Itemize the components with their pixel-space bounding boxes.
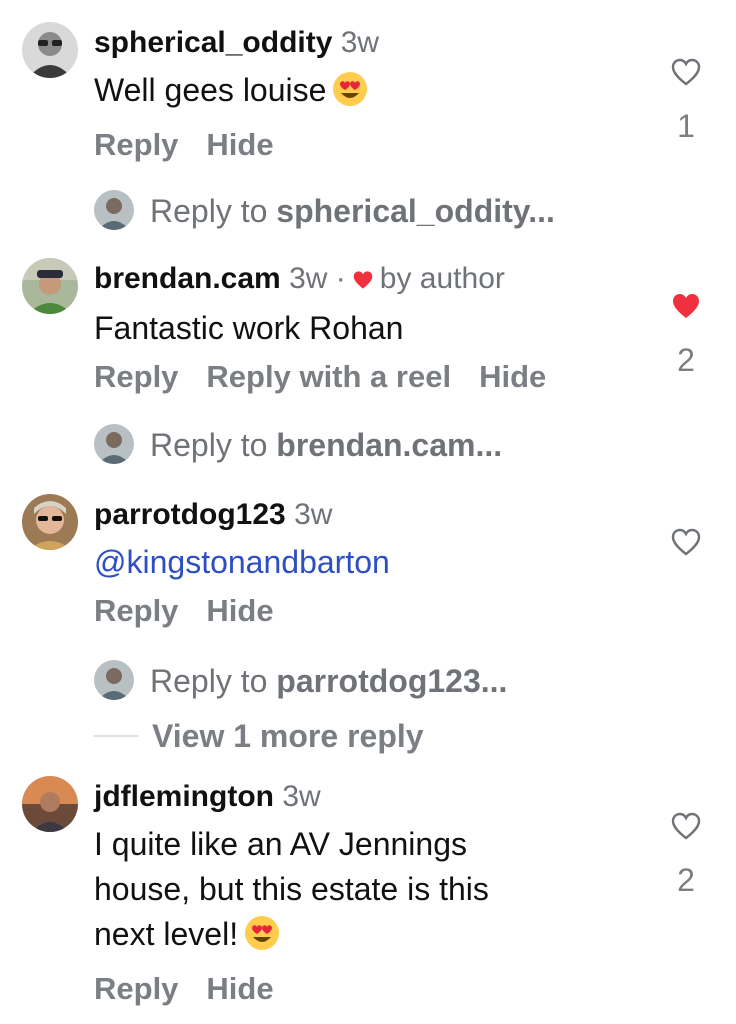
comment-text-content: Well gees louise <box>94 72 327 108</box>
heart-eyes-emoji-icon <box>244 915 280 963</box>
divider-line <box>94 735 138 737</box>
reply-to-row[interactable]: Reply to parrotdog123... <box>94 660 507 701</box>
current-user-avatar <box>94 190 134 230</box>
comment-text-line: house, but this estate is this <box>94 871 489 907</box>
comment-header: brendan.cam 3w · by author <box>94 260 654 300</box>
hide-button[interactable]: Hide <box>206 971 273 1006</box>
mention-link[interactable]: @kingstonandbarton <box>94 540 654 585</box>
avatar-parrotdog123[interactable] <box>22 494 78 550</box>
avatar-jdflemington[interactable] <box>22 776 78 832</box>
like-count: 2 <box>677 862 695 898</box>
reply-button[interactable]: Reply <box>94 971 178 1006</box>
reply-button[interactable]: Reply <box>94 593 178 628</box>
reply-to-prefix: Reply to <box>150 427 268 463</box>
reply-to-prefix: Reply to <box>150 193 268 229</box>
comment-header: spherical_oddity 3w <box>94 24 654 62</box>
username[interactable]: jdflemington <box>94 780 274 813</box>
like-column: 2 <box>664 812 708 900</box>
like-count: 2 <box>677 342 695 378</box>
heart-outline-icon[interactable] <box>671 528 701 556</box>
by-author-label: by author <box>379 262 505 295</box>
username[interactable]: brendan.cam <box>94 262 281 295</box>
comment-header: jdflemington 3w <box>94 778 654 816</box>
comment-time: 3w <box>294 498 333 531</box>
heart-filled-icon[interactable] <box>671 292 701 320</box>
view-more-replies-button[interactable]: View 1 more reply <box>94 716 424 756</box>
comment-actions: Reply Hide <box>94 591 654 631</box>
username[interactable]: spherical_oddity <box>94 26 332 59</box>
comment-time: 3w <box>340 26 380 59</box>
heart-outline-icon[interactable] <box>671 58 701 86</box>
separator-dot: · <box>335 262 346 295</box>
reply-to-target: spherical_oddity... <box>276 193 555 229</box>
like-column <box>664 528 708 556</box>
reply-to-prefix: Reply to <box>150 663 268 699</box>
comment-text-line-last: next level! <box>94 912 654 963</box>
comment-header: parrotdog123 3w <box>94 496 654 534</box>
heart-outline-icon[interactable] <box>671 812 701 840</box>
hide-button[interactable]: Hide <box>206 127 273 162</box>
reply-with-reel-button[interactable]: Reply with a reel <box>206 359 451 394</box>
reply-button[interactable]: Reply <box>94 359 178 394</box>
reply-to-target: brendan.cam... <box>276 427 503 463</box>
comment-actions: Reply Reply with a reel Hide <box>94 357 654 397</box>
comment-text: Well gees louise <box>94 68 654 119</box>
comment-time: 3w <box>289 262 328 295</box>
comment-text: I quite like an AV Jennings house, but t… <box>94 822 654 963</box>
author-heart-icon <box>352 262 374 300</box>
heart-eyes-emoji-icon <box>332 71 368 119</box>
comment-time: 3w <box>282 780 321 813</box>
reply-button[interactable]: Reply <box>94 127 178 162</box>
reply-to-target: parrotdog123... <box>276 663 508 699</box>
comment-text: Fantastic work Rohan <box>94 310 404 346</box>
view-more-label: View 1 more reply <box>152 718 424 754</box>
avatar-spherical-oddity[interactable] <box>22 22 78 78</box>
current-user-avatar <box>94 660 134 700</box>
comment-actions: Reply Hide <box>94 969 654 1009</box>
comment-text-line: next level! <box>94 916 239 952</box>
like-column: 2 <box>664 292 708 380</box>
hide-button[interactable]: Hide <box>206 593 273 628</box>
avatar-brendan-cam[interactable] <box>22 258 78 314</box>
username[interactable]: parrotdog123 <box>94 498 286 531</box>
comment-actions: Reply Hide <box>94 125 654 165</box>
current-user-avatar <box>94 424 134 464</box>
like-column: 1 <box>664 58 708 146</box>
like-count: 1 <box>677 108 695 144</box>
reply-to-row[interactable]: Reply to spherical_oddity... <box>94 190 555 231</box>
comment-text-line: I quite like an AV Jennings <box>94 826 467 862</box>
hide-button[interactable]: Hide <box>479 359 546 394</box>
reply-to-row[interactable]: Reply to brendan.cam... <box>94 424 502 465</box>
